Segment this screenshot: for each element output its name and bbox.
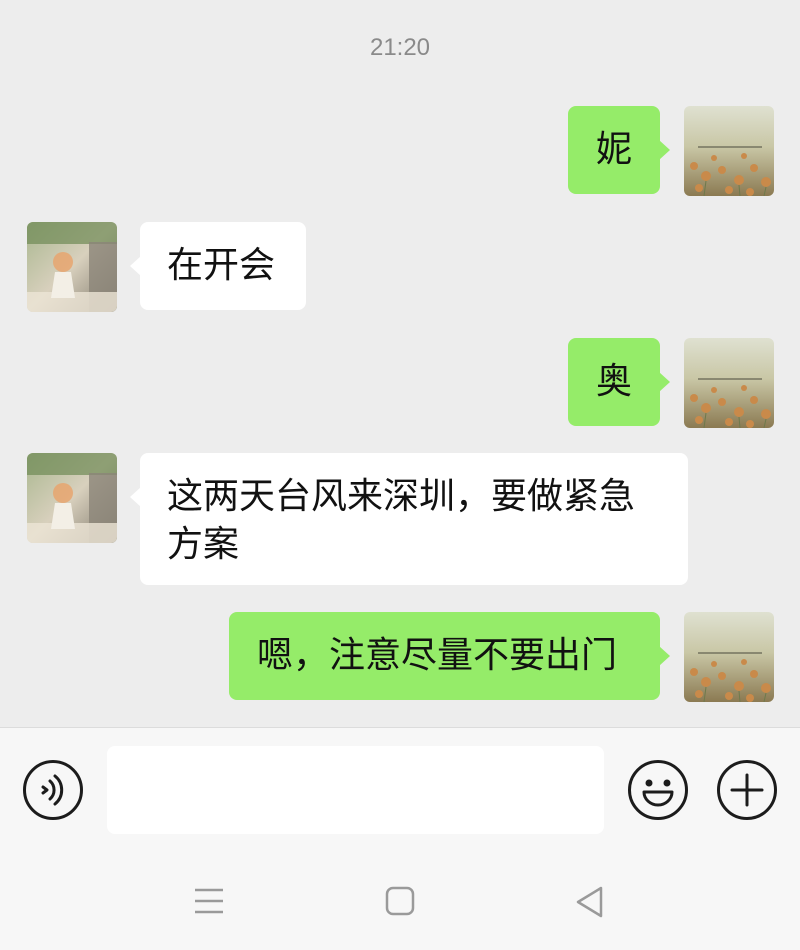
bubble-tail bbox=[659, 646, 670, 666]
bubble-tail bbox=[659, 140, 670, 160]
home-button[interactable] bbox=[385, 886, 415, 920]
girl-avatar-image bbox=[27, 222, 117, 312]
flower-avatar-image bbox=[684, 338, 774, 428]
menu-button[interactable] bbox=[192, 886, 226, 920]
message-text: 妮 bbox=[596, 129, 633, 170]
message-input[interactable] bbox=[107, 746, 604, 834]
incoming-message-bubble[interactable]: 这两天台风来深圳，要做紧急 方案 bbox=[130, 453, 688, 585]
bubble-tail bbox=[130, 256, 141, 276]
bubble-tail bbox=[659, 372, 670, 392]
my-avatar[interactable] bbox=[684, 338, 774, 428]
outgoing-message-bubble[interactable]: 妮 bbox=[568, 106, 670, 194]
menu-icon bbox=[195, 888, 223, 914]
voice-button[interactable] bbox=[23, 760, 83, 820]
plus-icon bbox=[730, 773, 764, 807]
girl-avatar-image bbox=[27, 453, 117, 543]
my-avatar[interactable] bbox=[684, 612, 774, 702]
emoji-button[interactable] bbox=[628, 760, 688, 820]
incoming-message-bubble[interactable]: 在开会 bbox=[130, 222, 306, 310]
message-text-line-1: 这两天台风来深圳，要做紧急 bbox=[167, 476, 636, 517]
back-button[interactable] bbox=[574, 885, 604, 923]
back-triangle-icon bbox=[576, 886, 603, 918]
add-button[interactable] bbox=[717, 760, 777, 820]
home-square-icon bbox=[385, 886, 415, 916]
voice-icon bbox=[41, 774, 64, 806]
bubble-tail bbox=[130, 487, 141, 507]
contact-avatar[interactable] bbox=[27, 453, 117, 543]
emoji-icon bbox=[642, 779, 674, 807]
flower-avatar-image bbox=[684, 106, 774, 196]
message-input-bar bbox=[0, 727, 800, 850]
message-timestamp: 21:20 bbox=[369, 34, 431, 61]
message-text: 奥 bbox=[596, 361, 633, 402]
chat-area[interactable]: 21:20 妮 在开会 奥 这两天台风来深圳，要做紧急 方案 嗯，注意尽量不要出… bbox=[0, 0, 800, 727]
message-text-line-2: 方案 bbox=[167, 524, 240, 565]
message-text: 嗯，注意尽量不要出门 bbox=[257, 635, 618, 676]
my-avatar[interactable] bbox=[684, 106, 774, 196]
flower-avatar-image bbox=[684, 612, 774, 702]
outgoing-message-bubble[interactable]: 嗯，注意尽量不要出门 bbox=[229, 612, 670, 700]
contact-avatar[interactable] bbox=[27, 222, 117, 312]
system-nav-bar bbox=[0, 850, 800, 950]
message-text: 在开会 bbox=[167, 245, 276, 286]
outgoing-message-bubble[interactable]: 奥 bbox=[568, 338, 670, 426]
